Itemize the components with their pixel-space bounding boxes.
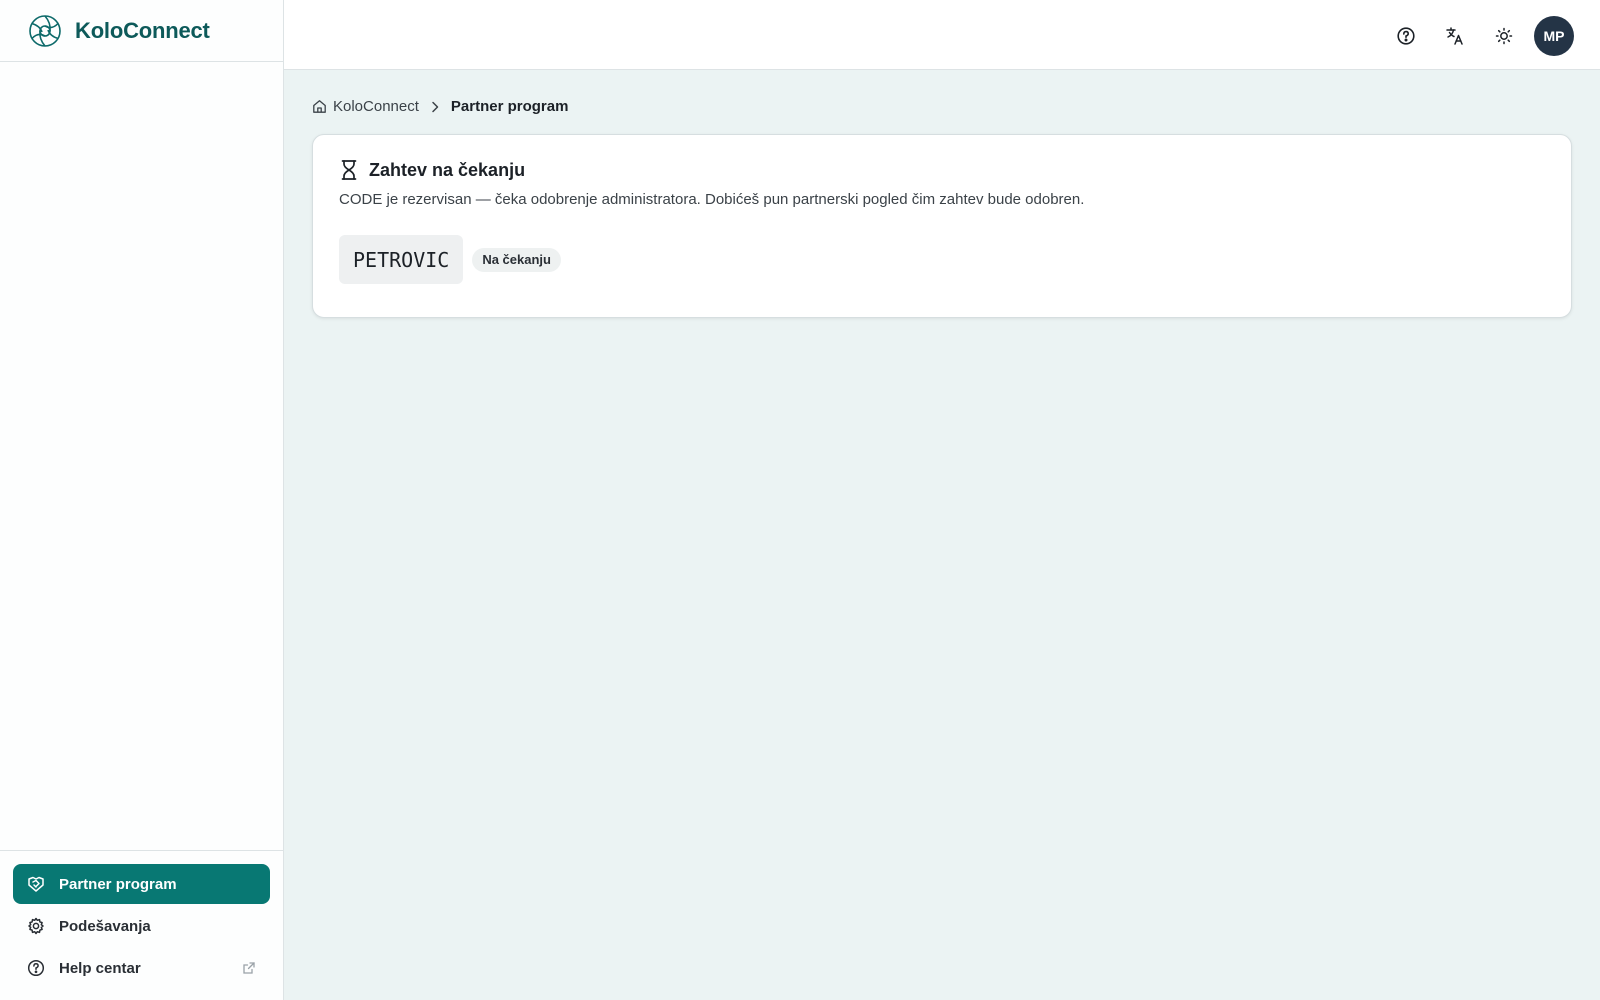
card-title: Zahtev na čekanju <box>339 159 1545 181</box>
sidebar-nav: Partner program Podešavanja Help centar <box>0 850 283 1000</box>
help-circle-icon <box>27 959 45 977</box>
sidebar-item-label: Help centar <box>59 959 141 977</box>
help-button[interactable] <box>1387 17 1425 55</box>
home-icon <box>312 99 327 114</box>
sun-icon <box>1494 26 1514 46</box>
partner-code: PETROVIC <box>339 235 464 284</box>
card-title-text: Zahtev na čekanju <box>369 159 526 180</box>
sidebar-item-label: Partner program <box>59 875 177 893</box>
external-link-icon <box>242 961 256 975</box>
sidebar: KoloConnect Partner program Podešavanja <box>0 0 284 1000</box>
sidebar-item-settings[interactable]: Podešavanja <box>13 906 270 946</box>
breadcrumb-home-label: KoloConnect <box>333 98 419 115</box>
breadcrumb-home-link[interactable]: KoloConnect <box>312 98 419 115</box>
user-avatar[interactable]: MP <box>1534 16 1574 56</box>
breadcrumb-current: Partner program <box>450 98 569 115</box>
main-content: KoloConnect Partner program Zahtev na če… <box>312 70 1572 318</box>
sidebar-item-label: Podešavanja <box>59 917 151 935</box>
topbar-actions: MP <box>1376 16 1574 56</box>
brand-name: KoloConnect <box>75 17 210 43</box>
pending-request-card: Zahtev na čekanju CODE je rezervisan — č… <box>312 134 1572 318</box>
koloconnect-logo-icon <box>28 14 62 48</box>
help-icon <box>1396 26 1416 46</box>
chevron-right-icon <box>428 100 442 114</box>
translate-icon <box>1445 26 1465 46</box>
status-badge: Na čekanju <box>472 247 561 272</box>
card-description: CODE je rezervisan — čeka odobrenje admi… <box>339 191 1085 208</box>
code-row: PETROVIC Na čekanju <box>339 235 1545 284</box>
hourglass-icon <box>339 159 359 181</box>
language-button[interactable] <box>1436 17 1474 55</box>
gear-icon <box>27 917 45 935</box>
topbar: MP <box>284 0 1600 70</box>
handshake-icon <box>27 875 45 893</box>
theme-toggle-button[interactable] <box>1485 17 1523 55</box>
sidebar-item-help-center[interactable]: Help centar <box>13 948 270 988</box>
brand[interactable]: KoloConnect <box>0 0 283 62</box>
breadcrumb: KoloConnect Partner program <box>312 70 1572 115</box>
sidebar-item-partner-program[interactable]: Partner program <box>13 864 270 904</box>
